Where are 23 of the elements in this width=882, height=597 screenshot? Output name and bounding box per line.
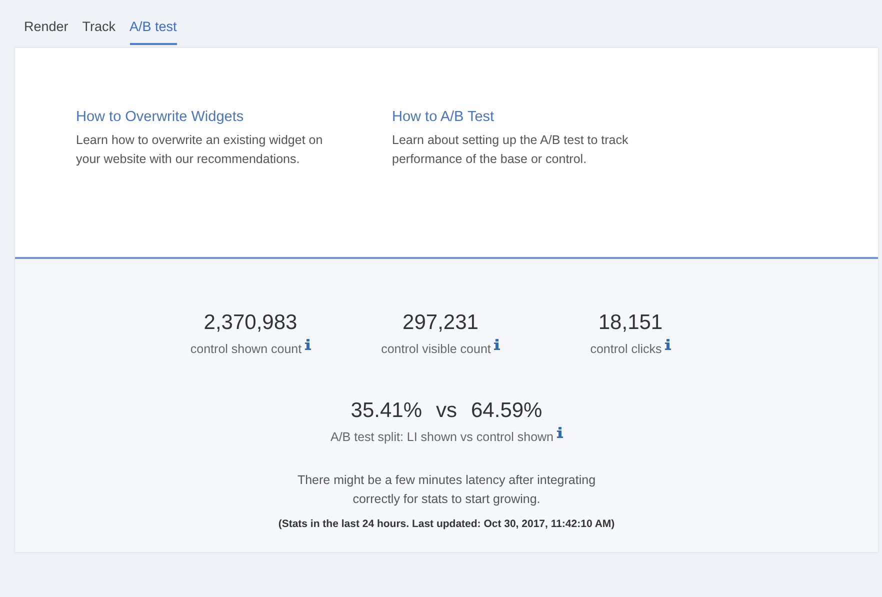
stat-value: 18,151 bbox=[598, 311, 663, 335]
stat-value: 297,231 bbox=[402, 311, 478, 335]
guide-description: Learn how to overwrite an existing widget on your website with our recommendations. bbox=[76, 132, 324, 168]
latency-note: There might be a few minutes latency after integrating correctly for stats to start growing. bbox=[296, 472, 596, 508]
vs-label: vs bbox=[436, 399, 457, 423]
stat-value: 2,370,983 bbox=[204, 311, 298, 335]
tab[interactable]: Track bbox=[82, 19, 116, 45]
tab[interactable]: Render bbox=[24, 19, 68, 45]
split-label: A/B test split: LI shown vs control shown bbox=[330, 430, 554, 444]
last-updated: (Stats in the last 24 hours. Last updated: Oct 30, 2017, 11:42:10 AM) bbox=[278, 518, 615, 530]
split-value: 35.41% bbox=[350, 399, 422, 423]
info-icon[interactable] bbox=[494, 339, 500, 350]
info-icon[interactable] bbox=[664, 339, 671, 350]
stat-label: control shown count bbox=[190, 342, 302, 356]
split-value: 64.59% bbox=[471, 399, 542, 423]
stat-label: control visible count bbox=[381, 342, 491, 356]
guide-description: Learn about setting up the A/B test to track performance of the base or control. bbox=[392, 132, 630, 168]
guide-link[interactable]: How to A/B Test bbox=[392, 109, 656, 125]
guide-link[interactable]: How to Overwrite Widgets bbox=[76, 109, 340, 125]
info-icon[interactable] bbox=[556, 427, 563, 438]
info-icon[interactable] bbox=[304, 339, 311, 350]
tab[interactable]: A/B test bbox=[130, 19, 177, 45]
stat-label: control clicks bbox=[590, 342, 662, 356]
